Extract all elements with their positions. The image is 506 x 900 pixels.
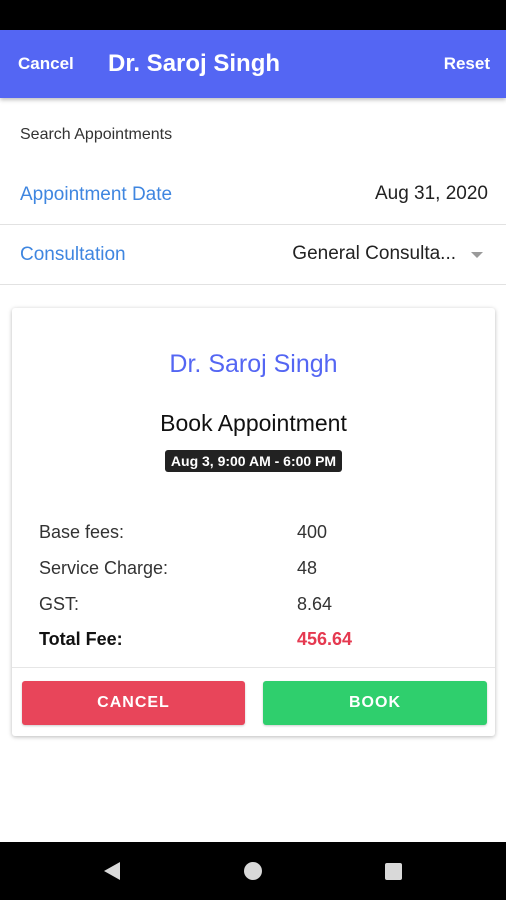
slot-container: Aug 3, 9:00 AM - 6:00 PM — [12, 450, 495, 472]
time-slot-badge: Aug 3, 9:00 AM - 6:00 PM — [164, 450, 343, 472]
home-icon[interactable] — [244, 862, 262, 880]
appointment-date-label: Appointment Date — [20, 184, 173, 205]
back-icon[interactable] — [104, 862, 120, 880]
service-charge-label: Service Charge: — [39, 558, 169, 578]
appointment-date-row[interactable]: Appointment Date Aug 31, 2020 — [0, 166, 506, 225]
base-fees-label: Base fees: — [39, 522, 125, 542]
chevron-down-icon[interactable] — [471, 252, 483, 258]
gst-label: GST: — [39, 594, 80, 614]
total-fee-value: 456.64 — [297, 629, 353, 649]
doctor-name: Dr. Saroj Singh — [169, 350, 338, 378]
consultation-select[interactable]: General Consulta... — [292, 243, 456, 265]
card-heading: Book Appointment — [160, 410, 347, 436]
card-divider — [12, 667, 495, 668]
system-nav-bar — [0, 842, 506, 900]
header-reset-button[interactable]: Reset — [444, 54, 490, 74]
consultation-label: Consultation — [20, 244, 126, 265]
book-button[interactable]: BOOK — [263, 681, 487, 725]
consultation-row[interactable]: Consultation General Consulta... — [0, 226, 506, 285]
status-bar — [0, 0, 506, 30]
service-charge-value: 48 — [297, 558, 318, 578]
recent-apps-icon[interactable] — [385, 863, 402, 880]
app-header: Cancel Dr. Saroj Singh Reset — [0, 30, 506, 98]
header-cancel-button[interactable]: Cancel — [18, 54, 74, 74]
total-fee-label: Total Fee: — [39, 629, 123, 649]
gst-value: 8.64 — [297, 594, 333, 614]
search-section-label: Search Appointments — [20, 126, 173, 143]
cancel-button[interactable]: CANCEL — [22, 681, 245, 725]
appointment-date-value[interactable]: Aug 31, 2020 — [375, 183, 488, 205]
page-title: Dr. Saroj Singh — [108, 50, 281, 77]
base-fees-value: 400 — [297, 522, 328, 542]
appointment-card: Dr. Saroj Singh Book Appointment Aug 3, … — [12, 308, 495, 736]
